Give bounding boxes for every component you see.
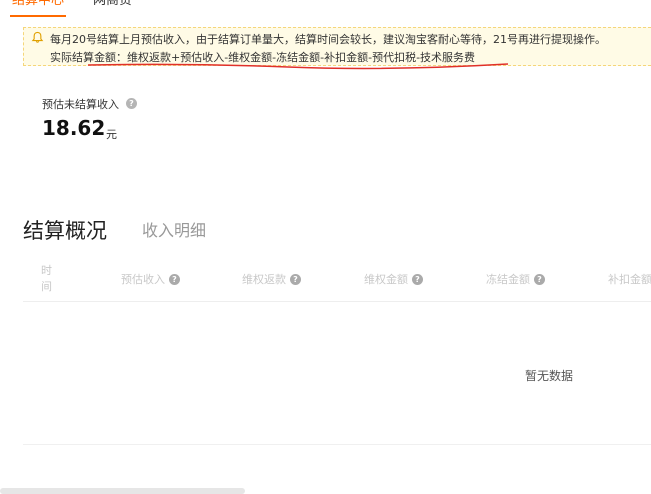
tab-wangshang-loan[interactable]: 网商贷	[93, 0, 132, 17]
estimate-amount: 18.62	[42, 116, 106, 140]
question-icon[interactable]: ?	[290, 273, 301, 285]
tab-settlement-center[interactable]: 结算中心	[9, 0, 67, 17]
top-tab-bar: 结算中心 网商贷	[0, 0, 651, 17]
notice-line-1: 每月20号结算上月预估收入，由于结算订单量大，结算时间会较长，建议淘宝客耐心等待…	[50, 33, 606, 46]
column-header-estimated-income: 预估收入 ?	[121, 262, 180, 296]
estimate-unit: 元	[106, 128, 117, 141]
column-header-frozen-amount: 冻结金额 ?	[486, 262, 545, 296]
column-header-rights-amount: 维权金额 ?	[364, 262, 423, 296]
question-icon[interactable]: ?	[169, 273, 180, 285]
column-header-label: 维权返款	[242, 273, 286, 286]
column-header-time: 时间	[41, 264, 52, 293]
question-icon[interactable]: ?	[126, 98, 137, 109]
section-title: 结算概况	[23, 219, 107, 243]
tab-income-detail[interactable]: 收入明细	[142, 217, 206, 241]
column-header-label: 维权金额	[364, 273, 408, 286]
column-header-deduction-amount: 补扣金额	[608, 262, 651, 296]
table-divider	[23, 444, 651, 445]
column-header-label: 冻结金额	[486, 273, 530, 286]
estimate-label: 预估未结算收入	[42, 98, 119, 111]
column-header-rights-refund: 维权返款 ?	[242, 262, 301, 296]
question-icon[interactable]: ?	[412, 273, 423, 285]
bell-icon	[31, 31, 45, 45]
table-header: 时间 预估收入 ? 维权返款 ? 维权金额 ? 冻结金额 ? 补扣金额	[23, 262, 651, 302]
column-header-label: 预估收入	[121, 273, 165, 286]
empty-state-text: 暂无数据	[525, 369, 574, 383]
notice-banner: 每月20号结算上月预估收入，由于结算订单量大，结算时间会较长，建议淘宝客耐心等待…	[23, 27, 651, 70]
horizontal-scrollbar[interactable]	[0, 488, 245, 494]
red-underline-annotation	[88, 63, 508, 70]
question-icon[interactable]: ?	[534, 273, 545, 285]
column-header-label: 补扣金额	[608, 273, 651, 286]
